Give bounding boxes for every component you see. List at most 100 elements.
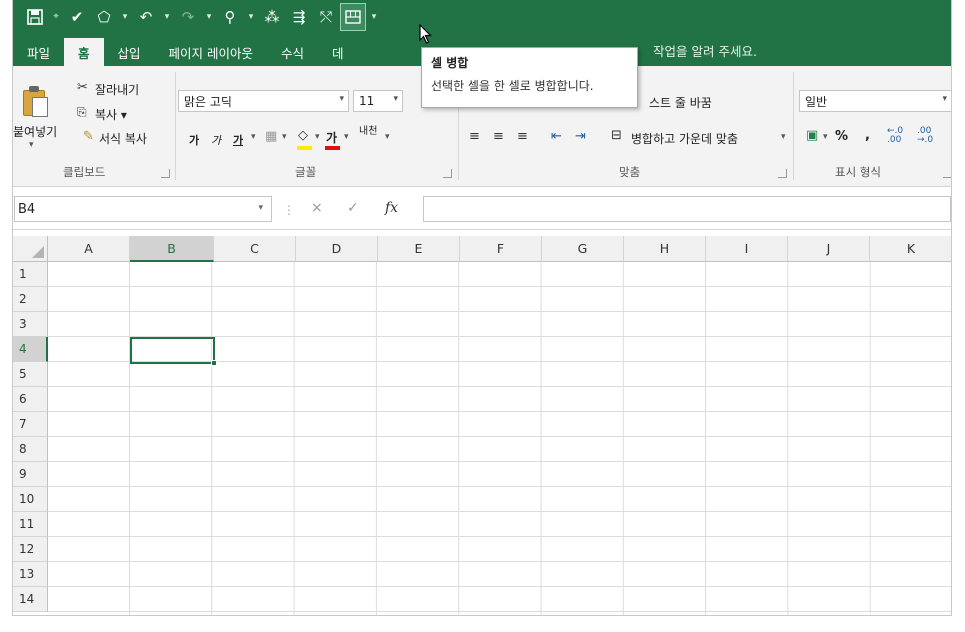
selected-cell-b4[interactable] bbox=[130, 337, 217, 366]
insert-function-button[interactable]: fx bbox=[385, 200, 398, 216]
align-left-icon[interactable]: ≡ bbox=[469, 129, 480, 144]
format-painter-icon[interactable]: ✔ bbox=[65, 4, 89, 30]
formula-input[interactable] bbox=[423, 196, 951, 222]
increase-decimal-icon[interactable]: ←.0.00 bbox=[887, 127, 903, 145]
wrap-text-button[interactable]: 스트 줄 바꿈 bbox=[649, 94, 712, 111]
copy-button[interactable]: 복사 ▾ bbox=[95, 106, 127, 123]
row-header-1[interactable]: 1 bbox=[13, 262, 48, 287]
cell-area[interactable] bbox=[48, 262, 951, 615]
column-header-j[interactable]: J bbox=[788, 236, 870, 262]
column-header-g[interactable]: G bbox=[542, 236, 624, 262]
dropdown-icon[interactable]: ▾ bbox=[119, 4, 131, 30]
clipboard-launcher-icon[interactable] bbox=[161, 169, 170, 178]
column-header-c[interactable]: C bbox=[214, 236, 296, 262]
underline-button[interactable]: 가 bbox=[233, 132, 243, 148]
column-header-k[interactable]: K bbox=[870, 236, 951, 262]
row-header-14[interactable]: 14 bbox=[13, 587, 48, 612]
number-launcher-icon[interactable] bbox=[943, 169, 951, 178]
find-dropdown-icon[interactable]: ▾ bbox=[245, 4, 257, 30]
font-color-dropdown-icon[interactable]: ▾ bbox=[344, 132, 349, 142]
merge-cells-icon[interactable] bbox=[340, 3, 366, 31]
column-header-h[interactable]: H bbox=[624, 236, 706, 262]
fill-dropdown-icon[interactable]: ▾ bbox=[315, 132, 320, 142]
fill-color-icon[interactable]: ◇ bbox=[298, 128, 308, 143]
format-painter-icon[interactable]: ✎ bbox=[83, 129, 94, 144]
tab-file[interactable]: 파일 bbox=[13, 38, 64, 66]
align-center-icon[interactable]: ≡ bbox=[493, 129, 504, 144]
increase-indent-icon[interactable]: ⇥ bbox=[575, 129, 586, 144]
align-right-icon[interactable]: ≡ bbox=[517, 129, 528, 144]
tab-home[interactable]: 홈 bbox=[64, 38, 104, 66]
undo-dropdown-icon[interactable]: ▾ bbox=[161, 4, 173, 30]
row-header-12[interactable]: 12 bbox=[13, 537, 48, 562]
row-header-8[interactable]: 8 bbox=[13, 437, 48, 462]
row-header-13[interactable]: 13 bbox=[13, 562, 48, 587]
pin-icon[interactable]: ⌖ bbox=[50, 4, 62, 30]
select-all-button[interactable] bbox=[13, 236, 48, 262]
comma-button[interactable]: , bbox=[865, 128, 870, 143]
merge-dropdown-icon[interactable]: ▾ bbox=[781, 132, 786, 142]
font-color-icon[interactable]: 가 bbox=[326, 129, 337, 146]
tell-me-box[interactable]: 작업을 알려 주세요. bbox=[653, 41, 757, 60]
scissors-icon[interactable]: ✂ bbox=[77, 80, 88, 95]
row-header-5[interactable]: 5 bbox=[13, 362, 48, 387]
find-icon[interactable]: ⚲ bbox=[218, 4, 242, 30]
remove-link-icon[interactable]: ⤲ bbox=[314, 4, 338, 30]
name-box[interactable]: B4 ▾ bbox=[14, 196, 272, 222]
merge-center-icon[interactable]: ⊟ bbox=[611, 128, 622, 143]
tab-insert[interactable]: 삽입 bbox=[104, 38, 155, 66]
phonetic-dropdown-icon[interactable]: ▾ bbox=[385, 132, 390, 142]
merge-center-button[interactable]: 병합하고 가운데 맞춤 bbox=[631, 130, 738, 147]
column-header-d[interactable]: D bbox=[296, 236, 378, 262]
enter-button[interactable]: ✓ bbox=[347, 200, 359, 216]
decrease-indent-icon[interactable]: ⇤ bbox=[551, 129, 562, 144]
cancel-button[interactable]: × bbox=[311, 200, 323, 216]
connector-icon[interactable]: ⁂ bbox=[260, 4, 284, 30]
copy-icon[interactable]: ⎘ bbox=[77, 105, 87, 120]
save-icon[interactable] bbox=[23, 4, 47, 30]
customize-icon[interactable]: ▾ bbox=[368, 4, 380, 30]
column-header-f[interactable]: F bbox=[460, 236, 542, 262]
mouse-cursor-icon bbox=[419, 23, 433, 48]
paste-icon[interactable] bbox=[23, 86, 51, 118]
font-launcher-icon[interactable] bbox=[443, 169, 452, 178]
bold-button[interactable]: 가 bbox=[189, 132, 199, 148]
paste-button[interactable]: 붙여넣기 bbox=[13, 123, 57, 140]
row-header-4[interactable]: 4 bbox=[13, 337, 48, 362]
font-name-combo[interactable]: 맑은 고딕 ▾ bbox=[178, 90, 349, 112]
tab-formulas[interactable]: 수식 bbox=[267, 38, 318, 66]
number-format-combo[interactable]: 일반 ▾ bbox=[799, 90, 951, 112]
row-header-9[interactable]: 9 bbox=[13, 462, 48, 487]
row-header-3[interactable]: 3 bbox=[13, 312, 48, 337]
clipboard-group-label: 클립보드 bbox=[63, 165, 106, 179]
percent-button[interactable]: % bbox=[835, 129, 848, 144]
tab-data[interactable]: 데 bbox=[318, 38, 358, 66]
italic-button[interactable]: 가 bbox=[211, 132, 221, 148]
decrease-decimal-icon[interactable]: .00 →.0 bbox=[917, 127, 933, 145]
shape-icon[interactable]: ⬠ bbox=[92, 4, 116, 30]
column-header-a[interactable]: A bbox=[48, 236, 130, 262]
fill-handle[interactable] bbox=[211, 360, 217, 366]
row-header-7[interactable]: 7 bbox=[13, 412, 48, 437]
cut-button[interactable]: 잘라내기 bbox=[95, 81, 139, 98]
row-header-2[interactable]: 2 bbox=[13, 287, 48, 312]
tab-page-layout[interactable]: 페이지 레이아웃 bbox=[155, 38, 267, 66]
row-header-10[interactable]: 10 bbox=[13, 487, 48, 512]
borders-dropdown-icon[interactable]: ▾ bbox=[282, 132, 287, 142]
column-header-e[interactable]: E bbox=[378, 236, 460, 262]
column-header-i[interactable]: I bbox=[706, 236, 788, 262]
alignment-launcher-icon[interactable] bbox=[778, 169, 787, 178]
currency-dropdown-icon[interactable]: ▾ bbox=[823, 132, 828, 142]
column-header-b[interactable]: B bbox=[130, 236, 214, 262]
currency-icon[interactable]: ▣ bbox=[806, 128, 818, 143]
flow-icon[interactable]: ⇶ bbox=[287, 4, 311, 30]
phonetic-button[interactable]: 내천 bbox=[359, 126, 377, 137]
paste-dropdown-icon[interactable]: ▾ bbox=[29, 140, 34, 150]
font-size-combo[interactable]: 11 ▾ bbox=[353, 90, 403, 112]
undo-icon[interactable]: ↶ bbox=[134, 4, 158, 30]
format-painter-button[interactable]: 서식 복사 bbox=[99, 130, 147, 147]
row-header-11[interactable]: 11 bbox=[13, 512, 48, 537]
row-header-6[interactable]: 6 bbox=[13, 387, 48, 412]
underline-dropdown-icon[interactable]: ▾ bbox=[251, 132, 256, 142]
borders-icon[interactable]: ▦ bbox=[265, 129, 277, 144]
